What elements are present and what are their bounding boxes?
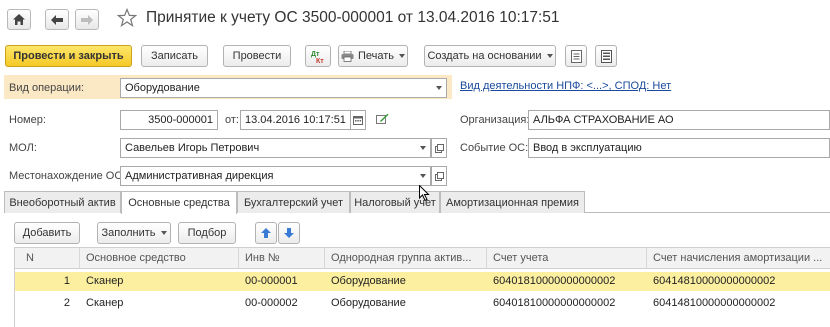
event-label: Событие ОС: bbox=[460, 142, 529, 154]
organization-field[interactable]: АЛЬФА СТРАХОВАНИЕ АО bbox=[528, 110, 830, 130]
open-link-icon bbox=[434, 171, 444, 181]
operation-dropdown-button[interactable] bbox=[431, 78, 447, 98]
activity-link[interactable]: Вид деятельности НПФ: <...>, СПОД: Нет bbox=[460, 80, 671, 92]
chevron-down-icon bbox=[160, 231, 167, 235]
date-field[interactable]: 13.04.2016 10:17:51 bbox=[240, 110, 351, 130]
move-up-button[interactable] bbox=[255, 222, 277, 244]
chevron-down-icon bbox=[399, 54, 406, 58]
fill-button[interactable]: Заполнить bbox=[97, 222, 171, 244]
forward-button[interactable] bbox=[75, 9, 99, 30]
calendar-button[interactable] bbox=[350, 110, 366, 130]
arrow-right-icon bbox=[81, 14, 93, 25]
arrow-up-icon bbox=[261, 228, 271, 238]
back-button[interactable] bbox=[45, 9, 69, 30]
create-based-on-button[interactable]: Создать на основании bbox=[424, 45, 556, 67]
arrow-left-icon bbox=[51, 14, 63, 25]
asset-group-cell: Оборудование bbox=[331, 275, 406, 287]
mouse-cursor-icon bbox=[419, 185, 430, 202]
mol-field[interactable]: Савельев Игорь Петрович bbox=[120, 138, 416, 158]
asset-cell: Сканер bbox=[86, 297, 124, 309]
operation-field[interactable]: Оборудование bbox=[120, 78, 432, 98]
column-header-account[interactable]: Счет учета bbox=[487, 248, 647, 269]
document-icon bbox=[570, 49, 582, 63]
tab-accounting[interactable]: Бухгалтерский учет bbox=[237, 191, 350, 213]
calendar-icon bbox=[353, 116, 363, 125]
home-button[interactable] bbox=[7, 9, 31, 30]
column-header-inv-number[interactable]: Инв № bbox=[239, 248, 325, 269]
svg-text:Кт: Кт bbox=[316, 58, 324, 64]
number-field[interactable]: 3500-000001 bbox=[120, 110, 218, 130]
print-button[interactable]: Печать bbox=[338, 45, 408, 67]
tab-non-current-asset[interactable]: Внеоборотный актив bbox=[4, 191, 121, 213]
table-header: N Основное средство Инв № Однородная гру… bbox=[14, 247, 830, 269]
list-button[interactable] bbox=[595, 45, 617, 67]
column-header-depreciation-account[interactable]: Счет начисления амортизации ... bbox=[647, 248, 830, 269]
table-left-border bbox=[14, 247, 15, 327]
add-row-button[interactable]: Добавить bbox=[14, 222, 80, 244]
row-number-cell: 2 bbox=[63, 297, 70, 309]
account-cell: 60401810000000000002 bbox=[493, 297, 616, 309]
open-link-icon bbox=[434, 143, 444, 153]
table-row[interactable]: 1 Сканер 00-000001 Оборудование 60401810… bbox=[14, 272, 830, 291]
tab-bar: Внеоборотный актив Основные средства Бух… bbox=[4, 191, 830, 214]
mol-open-button[interactable] bbox=[431, 138, 447, 158]
chevron-down-icon bbox=[419, 174, 426, 178]
location-open-button[interactable] bbox=[431, 166, 447, 186]
table-row[interactable]: 2 Сканер 00-000002 Оборудование 60401810… bbox=[14, 294, 830, 313]
chevron-down-icon bbox=[546, 54, 553, 58]
list-icon bbox=[600, 49, 612, 63]
journal-entries-button[interactable]: Дт Кт bbox=[305, 45, 331, 67]
post-button[interactable]: Провести bbox=[223, 45, 291, 67]
asset-group-cell: Оборудование bbox=[331, 297, 406, 309]
save-button[interactable]: Записать bbox=[141, 45, 208, 67]
post-and-close-button[interactable]: Провести и закрыть bbox=[5, 45, 132, 67]
tab-fixed-assets[interactable]: Основные средства bbox=[121, 191, 237, 214]
inv-number-cell: 00-000002 bbox=[245, 297, 298, 309]
chevron-down-icon bbox=[419, 146, 426, 150]
home-icon bbox=[13, 14, 25, 25]
location-field[interactable]: Административная дирекция bbox=[120, 166, 416, 186]
date-label: от: bbox=[225, 114, 239, 126]
location-label: Местонахождение ОС: bbox=[9, 170, 126, 182]
favorite-star-icon[interactable] bbox=[117, 8, 137, 28]
operation-label: Вид операции: bbox=[9, 82, 85, 94]
event-field[interactable]: Ввод в эксплуатацию bbox=[528, 138, 830, 158]
edit-number-icon[interactable] bbox=[376, 113, 389, 125]
depreciation-account-cell: 60414810000000000002 bbox=[653, 275, 776, 287]
number-label: Номер: bbox=[9, 114, 46, 126]
asset-cell: Сканер bbox=[86, 275, 124, 287]
document-button[interactable] bbox=[565, 45, 587, 67]
select-button[interactable]: Подбор bbox=[178, 222, 236, 244]
move-down-button[interactable] bbox=[278, 222, 300, 244]
mol-label: МОЛ: bbox=[9, 142, 37, 154]
inv-number-cell: 00-000001 bbox=[245, 275, 298, 287]
column-header-asset[interactable]: Основное средство bbox=[80, 248, 239, 269]
svg-text:Дт: Дт bbox=[311, 51, 320, 58]
tab-depreciation-bonus[interactable]: Амортизационная премия bbox=[440, 191, 585, 213]
page-title: Принятие к учету ОС 3500-000001 от 13.04… bbox=[146, 9, 560, 26]
printer-icon bbox=[341, 50, 354, 62]
depreciation-account-cell: 60414810000000000002 bbox=[653, 297, 776, 309]
account-cell: 60401810000000000002 bbox=[493, 275, 616, 287]
chevron-down-icon bbox=[435, 86, 442, 90]
location-dropdown-button[interactable] bbox=[415, 166, 431, 186]
mol-dropdown-button[interactable] bbox=[415, 138, 431, 158]
column-header-asset-group[interactable]: Однородная группа актив... bbox=[325, 248, 487, 269]
dt-kt-icon: Дт Кт bbox=[311, 51, 324, 64]
column-header-n[interactable]: N bbox=[14, 248, 80, 269]
arrow-down-icon bbox=[284, 228, 294, 238]
organization-label: Организация: bbox=[460, 114, 530, 126]
row-number-cell: 1 bbox=[63, 275, 70, 287]
